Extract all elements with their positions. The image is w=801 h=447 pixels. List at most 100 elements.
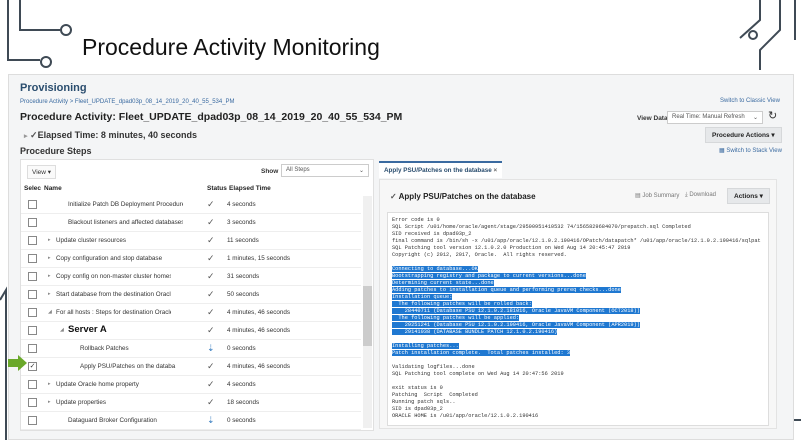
row-checkbox[interactable] <box>28 254 37 263</box>
row-checkbox[interactable] <box>28 398 37 407</box>
table-row[interactable]: ▸ Update cluster resources ✓ 11 seconds <box>21 232 361 250</box>
elapsed-time: 0 seconds <box>227 345 256 352</box>
section-heading: Provisioning <box>20 82 87 94</box>
skipped-icon: ⇣ <box>207 415 215 425</box>
tab-apply-psu[interactable]: Apply PSU/Patches on the database × <box>379 161 503 178</box>
elapsed-time: 1 minutes, 15 seconds <box>227 255 291 262</box>
elapsed-time: 4 seconds <box>227 201 256 208</box>
table-row[interactable]: ◢ For all hosts : Steps for destination … <box>21 304 361 322</box>
step-name[interactable]: Copy configuration and stop database <box>56 255 171 262</box>
elapsed-time: 4 minutes, 46 seconds <box>227 327 291 334</box>
row-checkbox[interactable] <box>28 200 37 209</box>
expand-icon[interactable]: ▸ <box>48 399 51 405</box>
table-row[interactable]: ✓ Apply PSU/Patches on the databa ✓ 4 mi… <box>21 358 361 376</box>
download-link[interactable]: ⤓ Download <box>685 192 716 199</box>
table-row[interactable]: Blackout listeners and affected database… <box>21 214 361 232</box>
view-data-value: Real Time: Manual Refresh <box>672 114 745 120</box>
success-check-icon: ✓ <box>207 361 215 371</box>
chevron-down-icon: ⌄ <box>358 168 364 174</box>
table-row[interactable]: ▸ Update properties ✓ 18 seconds <box>21 394 361 412</box>
view-menu[interactable]: View ▾ <box>27 165 57 179</box>
table-row[interactable]: ▸ Copy config on non-master cluster home… <box>21 268 361 286</box>
step-detail-panel: Apply PSU/Patches on the database × ✓ Ap… <box>379 159 779 431</box>
step-name[interactable]: Start database from the destination Orac… <box>56 291 171 298</box>
elapsed-time: 50 seconds <box>227 291 260 298</box>
pointer-arrow-icon <box>8 355 27 371</box>
stack-view-icon: ▦ <box>719 148 725 154</box>
detail-content: ✓ Apply PSU/Patches on the database ▤ Jo… <box>379 179 777 429</box>
expand-icon[interactable]: ▸ <box>48 273 51 279</box>
procedure-actions-button[interactable]: Procedure Actions ▾ <box>705 127 782 143</box>
breadcrumb[interactable]: Procedure Activity > Fleet_UPDATE_dpad03… <box>20 99 235 105</box>
view-data-select[interactable]: Real Time: Manual Refresh ⌄ <box>667 111 763 124</box>
switch-classic-view-link[interactable]: Switch to Classic View <box>720 98 780 104</box>
log-text: Error code is 0 SQL Script /u01/home/ora… <box>392 217 761 419</box>
refresh-icon[interactable]: ↻ <box>768 109 777 122</box>
step-name[interactable]: Initialize Patch DB Deployment Procedure <box>68 201 183 208</box>
expand-icon[interactable]: ▸ <box>48 291 51 297</box>
view-menu-label: View <box>32 169 46 176</box>
success-check-icon: ✓ <box>207 235 215 245</box>
column-select: Selec <box>24 185 41 192</box>
expand-icon[interactable]: ▸ <box>48 255 51 261</box>
scrollbar-thumb[interactable] <box>363 286 372 346</box>
step-name[interactable]: For all hosts : Steps for destination Or… <box>56 309 171 316</box>
expand-icon[interactable]: ▸ <box>24 133 28 140</box>
step-name[interactable]: Update Oracle home property <box>56 381 171 388</box>
expand-icon[interactable]: ▸ <box>48 381 51 387</box>
procedure-activity-page: Provisioning Procedure Activity > Fleet_… <box>8 74 794 440</box>
scrollbar[interactable] <box>363 196 372 428</box>
check-icon: ✓ <box>390 192 397 201</box>
table-row[interactable]: Rollback Patches ⇣ 0 seconds <box>21 340 361 358</box>
table-row[interactable]: ▸ Update Oracle home property ✓ 4 second… <box>21 376 361 394</box>
expand-icon[interactable]: ◢ <box>60 327 64 333</box>
step-name[interactable]: Server A <box>68 324 183 335</box>
table-row[interactable]: ▸ Copy configuration and stop database ✓… <box>21 250 361 268</box>
step-name[interactable]: Rollback Patches <box>80 345 195 352</box>
elapsed-time: 31 seconds <box>227 273 260 280</box>
elapsed-time: 4 minutes, 46 seconds <box>227 363 291 370</box>
table-row[interactable]: Dataguard Broker Configuration ⇣ 0 secon… <box>21 412 361 430</box>
row-checkbox[interactable] <box>28 326 37 335</box>
step-name[interactable]: Blackout listeners and affected database… <box>68 219 183 226</box>
table-row[interactable]: Initialize Patch DB Deployment Procedure… <box>21 196 361 214</box>
row-checkbox[interactable] <box>28 380 37 389</box>
row-checkbox[interactable] <box>28 308 37 317</box>
elapsed-time: 18 seconds <box>227 399 260 406</box>
actions-button[interactable]: Actions ▾ <box>727 188 770 204</box>
row-checkbox[interactable]: ✓ <box>28 362 37 371</box>
job-output-log[interactable]: Error code is 0 SQL Script /u01/home/ora… <box>387 212 769 426</box>
step-name[interactable]: Update cluster resources <box>56 237 171 244</box>
expand-icon[interactable]: ▸ <box>48 237 51 243</box>
row-checkbox[interactable] <box>28 344 37 353</box>
row-checkbox[interactable] <box>28 236 37 245</box>
elapsed-time: 4 minutes, 46 seconds <box>227 309 291 316</box>
success-check-icon: ✓ <box>207 325 215 335</box>
job-summary-label: Job Summary <box>642 193 680 199</box>
job-summary-link[interactable]: ▤ Job Summary <box>635 192 679 199</box>
show-filter-select[interactable]: All Steps ⌄ <box>281 164 369 177</box>
skipped-icon: ⇣ <box>207 343 215 353</box>
success-check-icon: ✓ <box>207 307 215 317</box>
table-row[interactable]: ▸ Start database from the destination Or… <box>21 286 361 304</box>
job-summary-icon: ▤ <box>635 193 641 199</box>
table-row[interactable]: ◢ Server A ✓ 4 minutes, 46 seconds <box>21 322 361 340</box>
success-check-icon: ✓ <box>207 397 215 407</box>
slide-title: Procedure Activity Monitoring <box>82 34 380 60</box>
step-name[interactable]: Apply PSU/Patches on the databa <box>80 363 195 370</box>
page-title: Procedure Activity: Fleet_UPDATE_dpad03p… <box>20 111 403 123</box>
expand-icon[interactable]: ◢ <box>48 309 52 315</box>
row-checkbox[interactable] <box>28 218 37 227</box>
close-icon[interactable]: × <box>494 167 498 174</box>
switch-stack-view-link[interactable]: ▦ Switch to Stack View <box>719 147 782 154</box>
elapsed-time[interactable]: ▸ ✓Elapsed Time: 8 minutes, 40 seconds <box>24 130 197 141</box>
row-checkbox[interactable] <box>28 290 37 299</box>
step-name[interactable]: Update properties <box>56 399 171 406</box>
row-checkbox[interactable] <box>28 416 37 425</box>
success-check-icon: ✓ <box>207 217 215 227</box>
row-checkbox[interactable] <box>28 272 37 281</box>
step-name[interactable]: Dataguard Broker Configuration <box>68 417 183 424</box>
view-data-label: View Data <box>637 115 668 122</box>
step-name[interactable]: Copy config on non-master cluster homes … <box>56 273 171 280</box>
switch-stack-label: Switch to Stack View <box>726 148 782 154</box>
